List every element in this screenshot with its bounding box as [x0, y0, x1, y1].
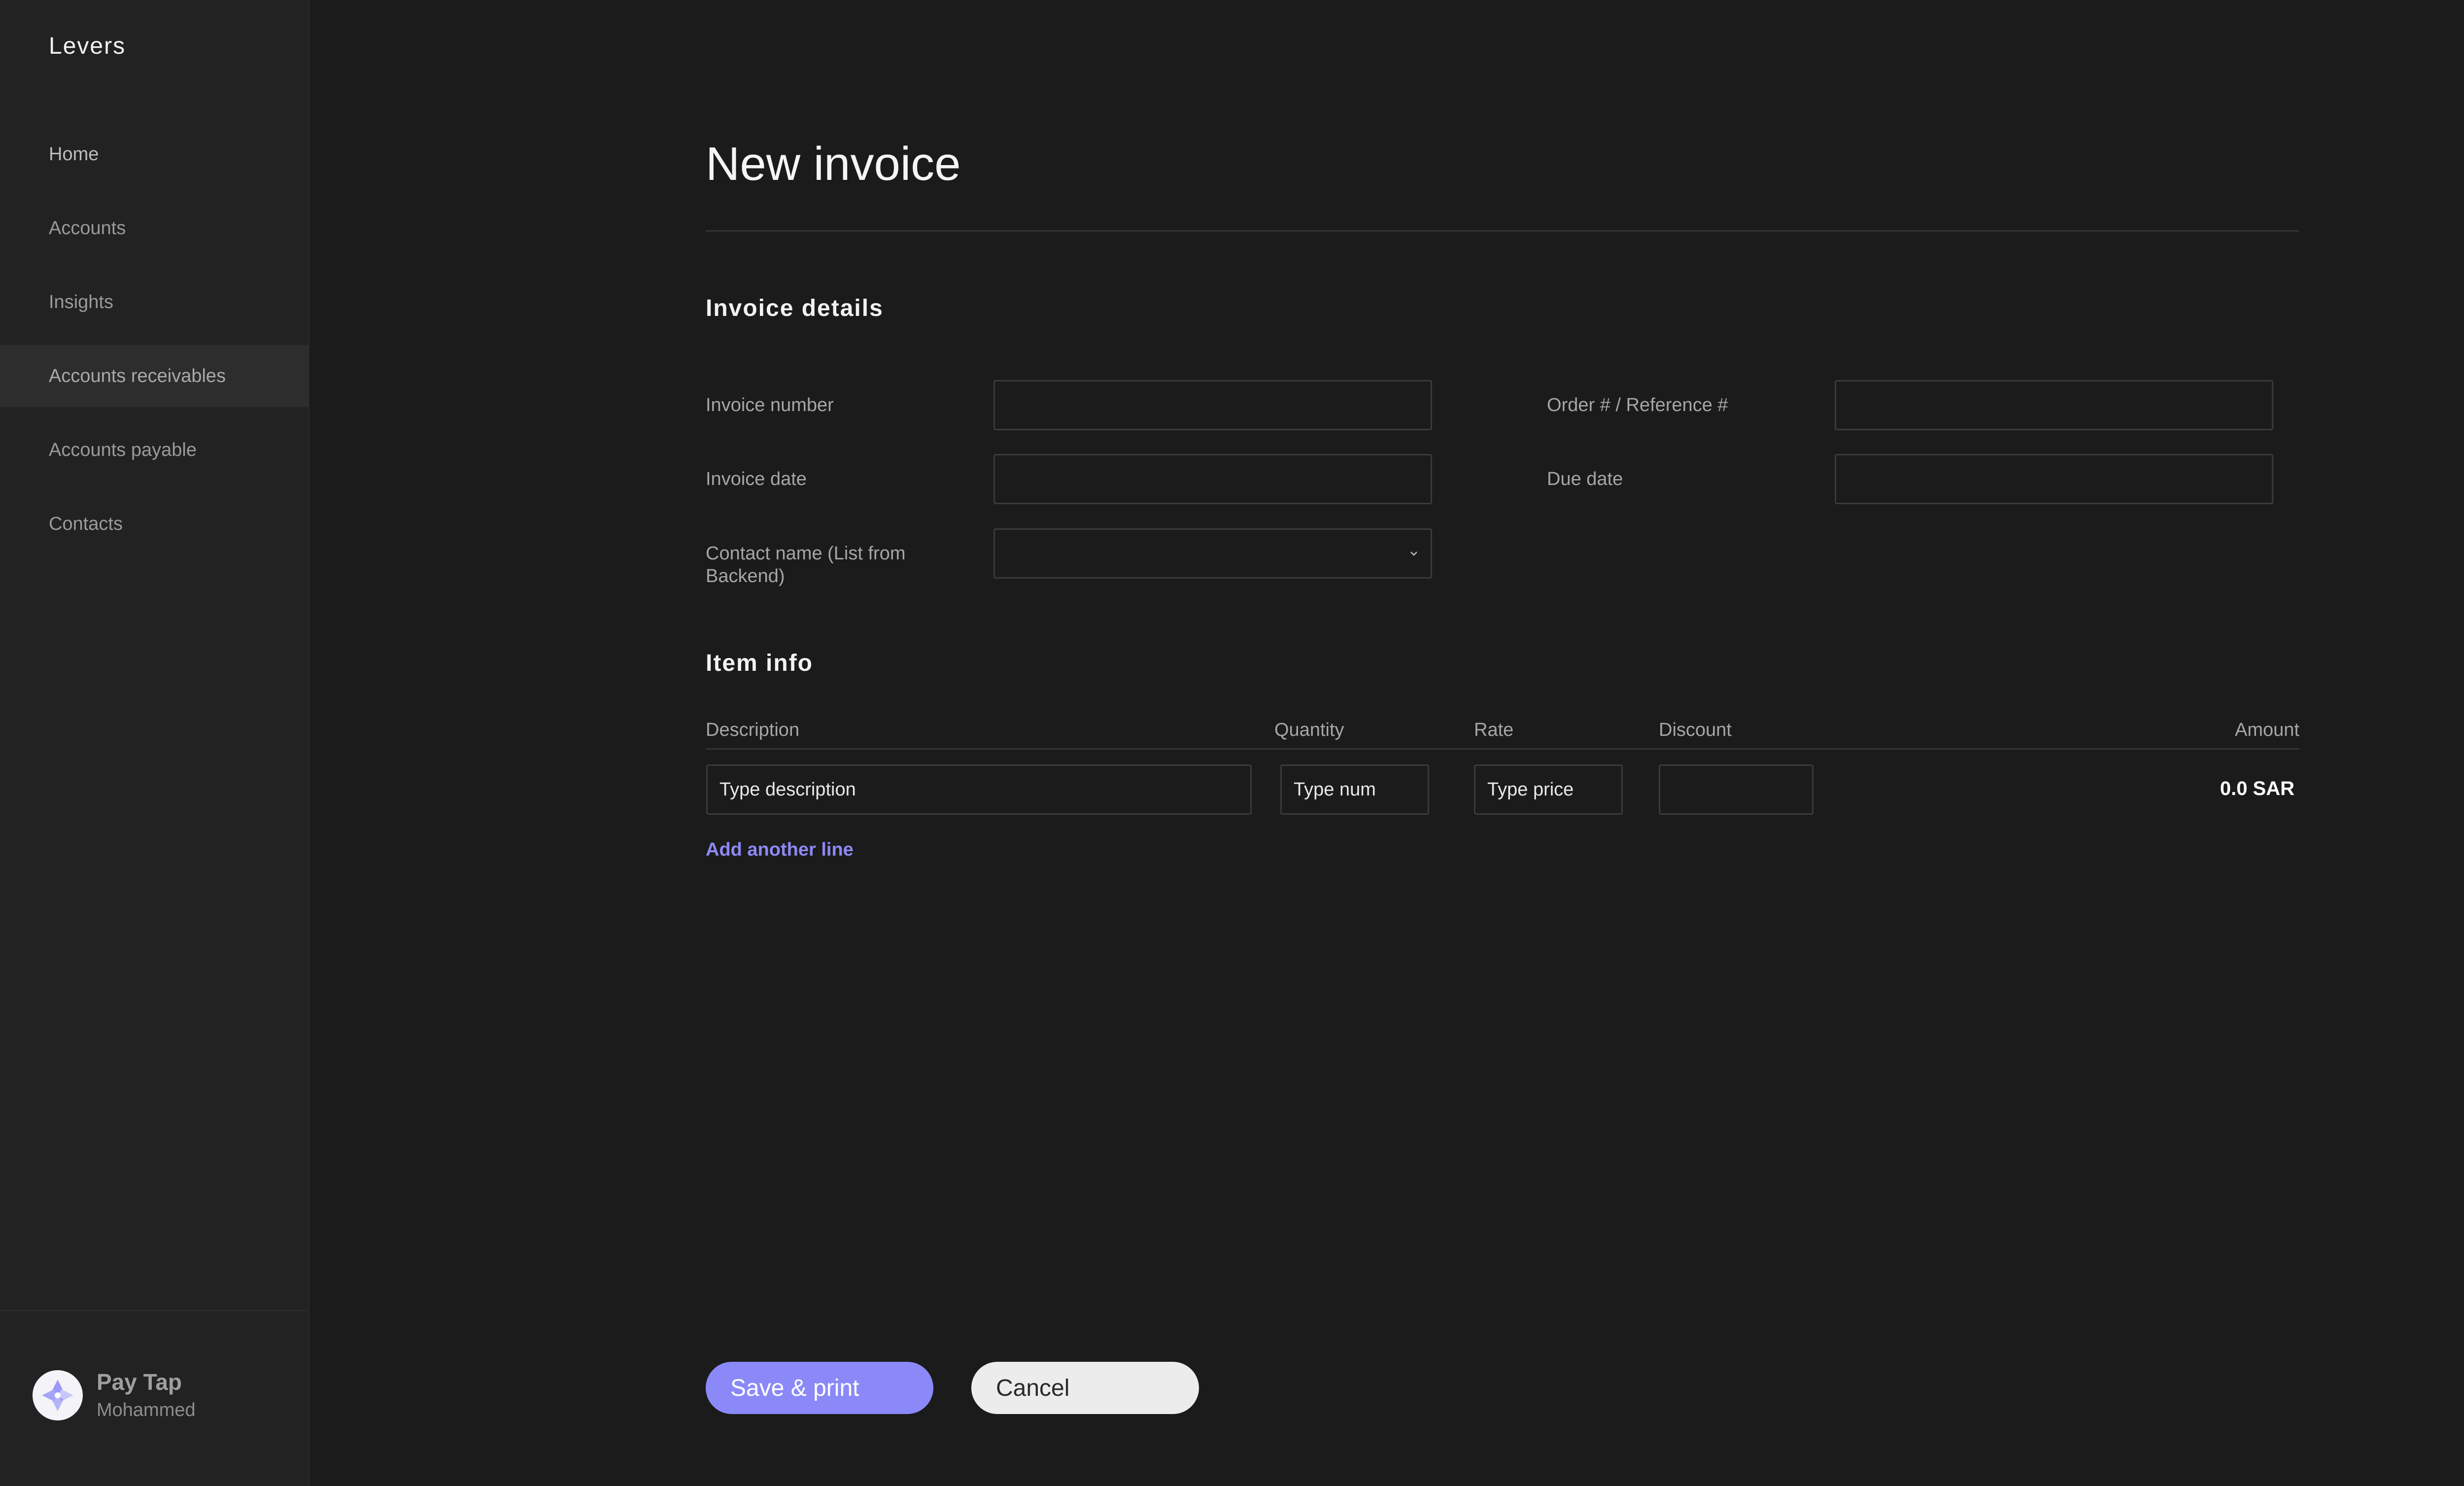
sidebar-item-accounts-payable[interactable]: Accounts payable: [0, 419, 308, 481]
contact-name-label: Contact name (List from Backend): [706, 543, 906, 587]
item-header-divider: [706, 748, 2299, 750]
sidebar-nav: Home Accounts Insights Accounts receivab…: [0, 123, 308, 567]
sidebar-divider: [0, 1310, 308, 1311]
contact-name-select[interactable]: [993, 528, 1432, 579]
sidebar-item-insights[interactable]: Insights: [0, 271, 308, 333]
sidebar-item-contacts[interactable]: Contacts: [0, 493, 308, 555]
title-divider: [706, 230, 2299, 232]
column-header-rate: Rate: [1474, 720, 1514, 740]
quantity-input[interactable]: [1280, 764, 1429, 815]
sidebar-item-accounts-receivables[interactable]: Accounts receivables: [0, 345, 308, 407]
row-amount: 0.0 SAR: [2220, 778, 2294, 799]
main-content: New invoice Invoice details Invoice numb…: [309, 0, 2464, 1486]
cancel-button[interactable]: Cancel: [971, 1362, 1199, 1414]
order-reference-input[interactable]: [1835, 380, 2273, 430]
save-print-button[interactable]: Save & print: [706, 1362, 933, 1414]
sidebar-item-home[interactable]: Home: [0, 123, 308, 185]
column-header-quantity: Quantity: [1274, 720, 1344, 740]
paytap-logo-icon: [33, 1370, 83, 1420]
rate-input[interactable]: [1474, 764, 1623, 815]
invoice-date-label: Invoice date: [706, 469, 807, 489]
app: Levers Home Accounts Insights Accounts r…: [0, 0, 2464, 1486]
description-input[interactable]: [706, 764, 1252, 815]
order-reference-label: Order # / Reference #: [1547, 395, 1728, 415]
chevron-down-icon: [1410, 552, 1417, 556]
invoice-number-label: Invoice number: [706, 395, 834, 415]
profile-user: Mohammed: [97, 1400, 196, 1420]
sidebar: Levers Home Accounts Insights Accounts r…: [0, 0, 309, 1486]
column-header-amount: Amount: [2235, 720, 2299, 740]
page-title: New invoice: [706, 138, 961, 190]
profile-name: Pay Tap: [97, 1369, 182, 1395]
invoice-date-input[interactable]: [993, 454, 1432, 504]
sidebar-item-accounts[interactable]: Accounts: [0, 197, 308, 259]
due-date-label: Due date: [1547, 469, 1623, 489]
brand-logo: Levers: [49, 33, 126, 59]
profile-card[interactable]: Pay Tap Mohammed: [33, 1368, 196, 1422]
item-info-heading: Item info: [706, 650, 813, 676]
add-line-link[interactable]: Add another line: [706, 839, 854, 861]
profile-text: Pay Tap Mohammed: [97, 1368, 196, 1422]
due-date-input[interactable]: [1835, 454, 2273, 504]
discount-input[interactable]: [1659, 764, 1814, 815]
invoice-number-input[interactable]: [993, 380, 1432, 430]
invoice-details-heading: Invoice details: [706, 295, 884, 321]
column-header-discount: Discount: [1659, 720, 1732, 740]
column-header-description: Description: [706, 720, 800, 740]
